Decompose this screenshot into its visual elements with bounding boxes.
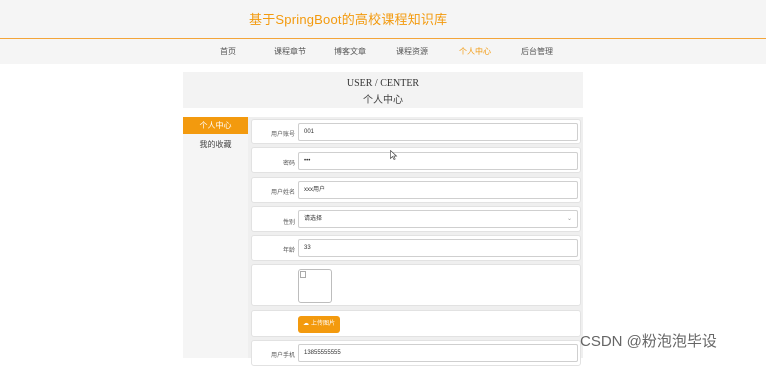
sidebar-item-favorites[interactable]: 我的收藏 (183, 136, 248, 153)
form-row-phone: 用户手机 13855555555 (251, 340, 581, 366)
upload-image-button[interactable]: ☁ 上传图片 (298, 316, 341, 333)
nav-item-blog[interactable]: 博客文章 (334, 46, 366, 57)
nav-item-home[interactable]: 首页 (220, 46, 236, 57)
password-input[interactable]: ••• (298, 152, 578, 170)
name-input[interactable]: xxx用户 (298, 181, 578, 199)
gender-label: 性别 (282, 220, 295, 226)
form-row-password: 密码 ••• (251, 147, 581, 173)
form-row-account: 用户账号 001 (251, 119, 581, 144)
cloud-upload-icon: ☁ (303, 321, 309, 327)
upload-image-label: 上传图片 (311, 321, 336, 327)
gender-select-value: 请选择 (304, 216, 323, 222)
avatar-preview[interactable] (298, 269, 332, 303)
form-row-image (251, 264, 581, 306)
sidebar: 个人中心 我的收藏 (183, 117, 248, 358)
password-label: 密码 (282, 161, 295, 167)
site-title: 基于SpringBoot的高校课程知识库 (249, 12, 448, 27)
watermark: CSDN @粉泡泡毕设 (580, 333, 717, 350)
page-title-en: USER / CENTER (346, 78, 420, 89)
name-label: 用户姓名 (270, 190, 295, 196)
form-row-gender: 性别 请选择 ⌄ (251, 206, 581, 232)
page-heading: USER / CENTER 个人中心 (183, 72, 583, 108)
broken-image-icon (300, 271, 306, 278)
nav-item-user-center[interactable]: 个人中心 (459, 46, 491, 57)
nav-item-chapters[interactable]: 课程章节 (274, 46, 306, 57)
account-input[interactable]: 001 (298, 123, 578, 141)
mouse-cursor-icon (390, 150, 398, 160)
nav-item-admin[interactable]: 后台管理 (521, 46, 553, 57)
form-row-name: 用户姓名 xxx用户 (251, 177, 581, 203)
age-input[interactable]: 33 (298, 239, 578, 257)
main-nav: 首页 课程章节 博客文章 课程资源 个人中心 后台管理 (0, 39, 766, 64)
age-label: 年龄 (282, 248, 295, 254)
page-title-cn: 个人中心 (363, 95, 403, 106)
phone-input[interactable]: 13855555555 (298, 344, 578, 362)
site-header: 基于SpringBoot的高校课程知识库 (0, 0, 766, 38)
account-label: 用户账号 (270, 132, 295, 138)
nav-item-resources[interactable]: 课程资源 (396, 46, 428, 57)
sidebar-item-user-center[interactable]: 个人中心 (183, 117, 248, 134)
gender-select[interactable]: 请选择 ⌄ (298, 210, 578, 228)
form-row-age: 年龄 33 (251, 235, 581, 261)
form-row-upload: ☁ 上传图片 (251, 310, 581, 337)
chevron-down-icon: ⌄ (566, 216, 572, 222)
